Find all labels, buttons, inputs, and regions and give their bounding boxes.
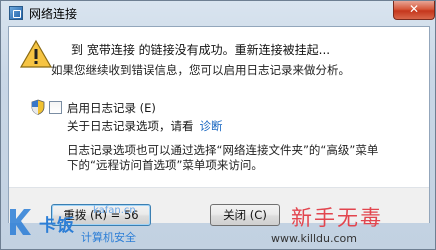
close-button[interactable]: 关闭 (C): [210, 204, 280, 226]
watermark-brand: 卡饭: [39, 216, 75, 236]
warning-icon: [19, 39, 53, 68]
watermark-url-killdu: www.killdu.com: [271, 232, 357, 245]
about-logging-text: 关于日志记录选项，请看: [67, 119, 194, 133]
watermark-url-kafan: kafan.cn: [93, 205, 136, 216]
window-title: 网络连接: [29, 7, 78, 21]
uac-shield-icon: [31, 99, 45, 115]
watermark-logo-icon: [10, 209, 31, 235]
error-message: 到 宽带连接 的链接没有成功。重新连接被挂起...: [71, 43, 331, 57]
logging-info-line2: 下的“远程访问首选项”菜单项来访问。: [67, 158, 263, 172]
enable-logging-label: 启用日志记录 (E): [67, 101, 156, 115]
hint-message: 如果您继续收到错误信息，您可以启用日志记录来做分析。: [51, 63, 350, 77]
about-logging-row: 关于日志记录选项，请看 诊断: [67, 118, 223, 134]
logging-info-line1: 日志记录选项也可以通过选择“网络连接文件夹”的“高级”菜单: [67, 143, 379, 157]
enable-logging-checkbox[interactable]: [49, 101, 62, 114]
title-bar[interactable]: 网络连接 ✕: [1, 1, 435, 25]
watermark-subtitle: 计算机安全: [81, 231, 136, 244]
diagnose-link[interactable]: 诊断: [200, 119, 223, 133]
network-icon: [9, 6, 23, 20]
dialog-window: 网络连接 ✕ 到 宽带连接 的链接没有成功。重新连接被挂起... 如果您继续收到…: [0, 0, 436, 250]
close-window-button[interactable]: ✕: [393, 1, 435, 20]
watermark-big-text: 新手无毒: [291, 206, 383, 230]
logging-info: 日志记录选项也可以通过选择“网络连接文件夹”的“高级”菜单 下的“远程访问首选项…: [67, 143, 417, 173]
